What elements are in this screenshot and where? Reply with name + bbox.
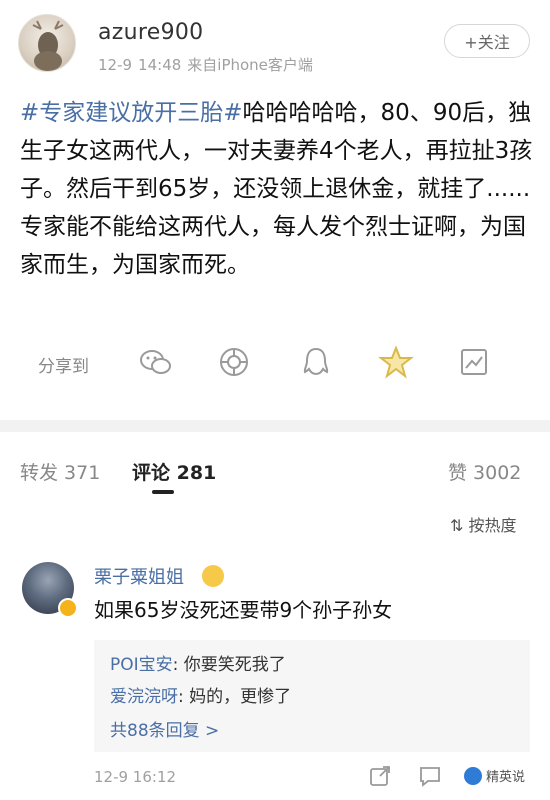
- qq-icon[interactable]: [298, 344, 334, 380]
- sort-control[interactable]: ⇅ 按热度: [450, 512, 517, 536]
- reply-text: 你要笑死我了: [183, 655, 286, 675]
- tab-repost[interactable]: 转发 371: [20, 458, 100, 485]
- vip-badge-icon: [58, 598, 78, 618]
- reply-item: 爱浣浣呀: 妈的，更惨了: [110, 687, 292, 707]
- sort-label: 按热度: [468, 516, 517, 535]
- username[interactable]: azure900: [98, 20, 203, 45]
- post-body: 哈哈哈哈哈，80、90后，独生子女这两代人，一对夫妻养4个老人，再拉扯3孩子。然…: [20, 100, 533, 278]
- post-meta: 12-9 14:48 来自iPhone客户端: [98, 54, 313, 75]
- reply-item: POI宝安: 你要笑死我了: [110, 655, 286, 675]
- post-date: 12-9: [98, 56, 133, 74]
- avatar[interactable]: [18, 14, 76, 72]
- reply-text: 妈的，更惨了: [189, 687, 292, 707]
- share-row: 分享到: [0, 340, 550, 384]
- repost-icon[interactable]: [368, 764, 392, 788]
- reply-author[interactable]: POI宝安: [110, 655, 173, 675]
- tab-comments[interactable]: 评论 281: [132, 458, 216, 485]
- more-replies-link[interactable]: 共88条回复 >: [110, 716, 219, 741]
- member-emoji-icon: [202, 565, 224, 587]
- reply-box[interactable]: POI宝安: 你要笑死我了 爱浣浣呀: 妈的，更惨了 共88条回复 >: [94, 640, 530, 752]
- qzone-icon[interactable]: [378, 344, 414, 380]
- watermark-label: 精英说: [486, 770, 526, 785]
- favorite-icon[interactable]: [456, 344, 492, 380]
- sort-icon: ⇅: [450, 516, 464, 535]
- watermark: 精英说: [464, 766, 525, 785]
- comment-time: 12-9 16:12: [94, 768, 177, 786]
- deer-avatar-icon: [32, 20, 64, 71]
- comment-icon[interactable]: [418, 764, 442, 788]
- post-header: azure900 12-9 14:48 来自iPhone客户端 +关注: [0, 0, 550, 80]
- hashtag-link[interactable]: #专家建议放开三胎#: [20, 100, 243, 126]
- share-label: 分享到: [38, 357, 89, 377]
- moments-icon[interactable]: [216, 344, 252, 380]
- comment-tabs: 转发 371 评论 281 赞 3002: [0, 432, 550, 502]
- post-source: 来自iPhone客户端: [187, 56, 313, 74]
- post-time: 14:48: [138, 56, 182, 74]
- section-divider: [0, 420, 550, 432]
- post-text: #专家建议放开三胎#哈哈哈哈哈，80、90后，独生子女这两代人，一对夫妻养4个老…: [20, 94, 535, 284]
- wechat-icon[interactable]: [138, 344, 174, 380]
- watermark-logo-icon: [464, 766, 482, 785]
- tab-active-indicator: [152, 490, 174, 494]
- commenter-name[interactable]: 栗子粟姐姐: [94, 563, 184, 589]
- comment-text: 如果65岁没死还要带9个孙子孙女: [94, 598, 393, 622]
- tab-likes[interactable]: 赞 3002: [448, 458, 521, 485]
- reply-author[interactable]: 爱浣浣呀: [110, 687, 178, 707]
- follow-button[interactable]: +关注: [444, 24, 530, 58]
